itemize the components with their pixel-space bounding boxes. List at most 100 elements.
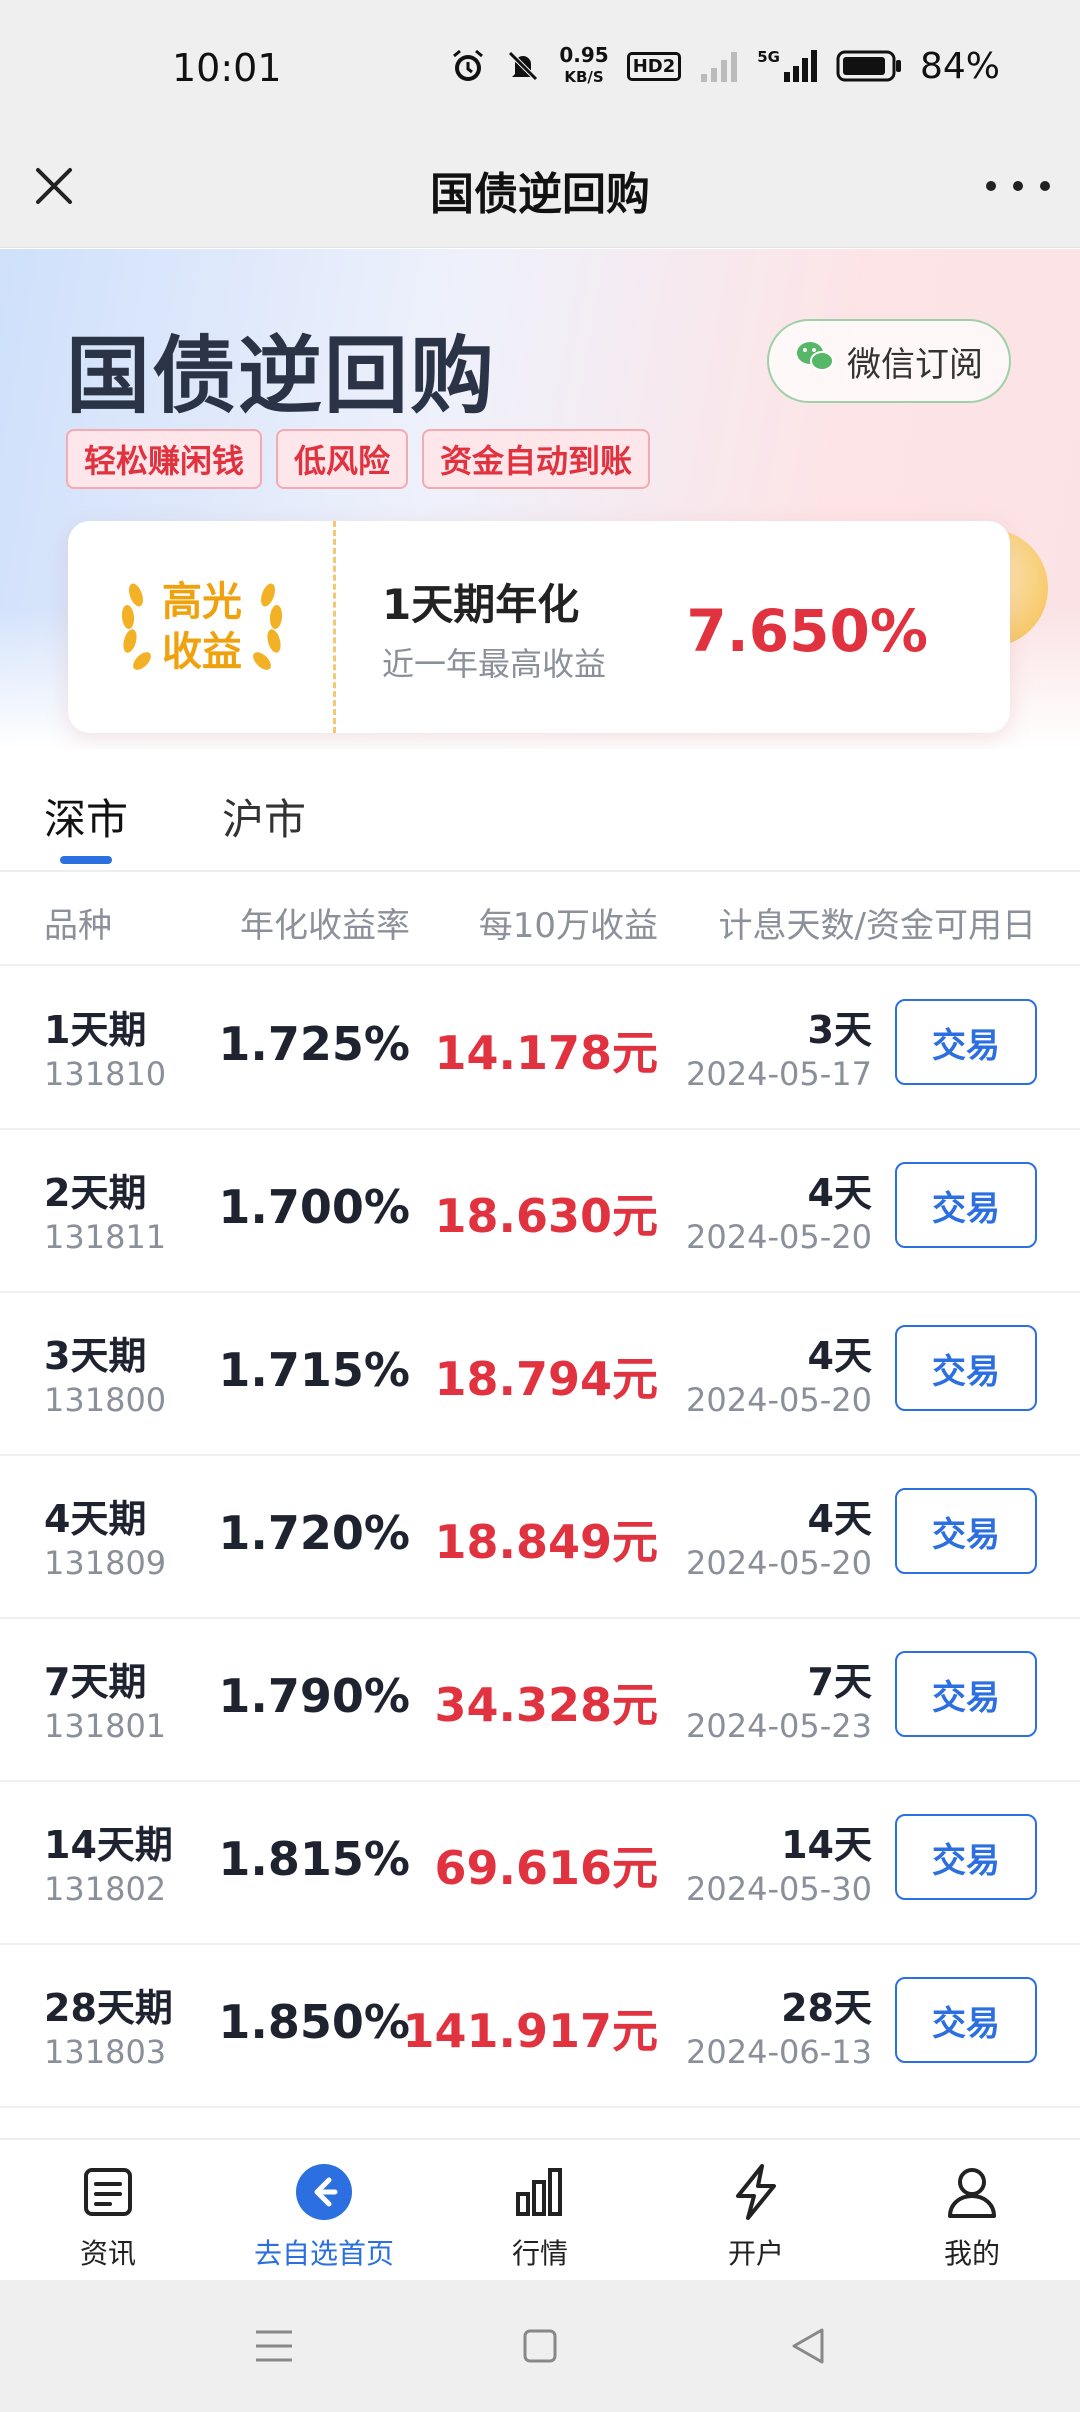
feature-tags: 轻松赚闲钱 低风险 资金自动到账 (66, 429, 651, 489)
row-code: 131803 (44, 2033, 167, 2071)
row-date: 2024-05-20 (686, 1218, 872, 1256)
row-income: 18.849元 (434, 1515, 658, 1569)
news-icon (78, 2162, 138, 2222)
trade-button[interactable]: 交易 (895, 1488, 1037, 1574)
trade-button[interactable]: 交易 (895, 1162, 1037, 1248)
column-header-income: 每10万收益 (478, 906, 658, 946)
row-days: 3天 (807, 1008, 872, 1052)
trade-button[interactable]: 交易 (895, 1977, 1037, 2063)
nav-item-watchlist-home[interactable]: 去自选首页 (244, 2162, 404, 2272)
row-name: 1天期 (44, 1008, 147, 1052)
signal-weak-icon (699, 48, 739, 84)
row-code: 131811 (44, 1218, 167, 1256)
nav-label: 我的 (943, 2237, 1000, 2270)
active-tab-indicator (60, 856, 112, 864)
row-date: 2024-06-13 (686, 2033, 872, 2071)
yield-sublabel: 近一年最高收益 (382, 645, 607, 683)
trade-button[interactable]: 交易 (895, 1651, 1037, 1737)
row-days: 28天 (781, 1986, 872, 2030)
lightning-icon (726, 2162, 786, 2222)
nav-label: 开户 (727, 2237, 784, 2270)
row-rate: 1.700% (218, 1180, 410, 1234)
trade-button[interactable]: 交易 (895, 999, 1037, 1085)
hero-banner: 国债逆回购 微信订阅 轻松赚闲钱 低风险 资金自动到账 高光 收益 1天期年化 … (0, 249, 1080, 749)
column-header-days-date: 计息天数/资金可用日 (718, 906, 1036, 946)
table-header: 品种 年化收益率 每10万收益 计息天数/资金可用日 (0, 874, 1080, 966)
trade-button[interactable]: 交易 (895, 1325, 1037, 1411)
row-code: 131810 (44, 1055, 167, 1093)
nav-label: 资讯 (79, 2237, 136, 2270)
column-header-variety: 品种 (44, 906, 112, 946)
row-date: 2024-05-30 (686, 1870, 872, 1908)
badge-line-1: 高光 (162, 579, 242, 625)
row-rate: 1.850% (218, 1995, 410, 2049)
back-arrow-icon (294, 2162, 354, 2222)
nav-item-open-account[interactable]: 开户 (676, 2162, 836, 2272)
market-tabs: 深市 沪市 (0, 760, 1080, 872)
row-rate: 1.725% (218, 1017, 410, 1071)
mute-bell-icon (505, 48, 541, 84)
nav-label: 去自选首页 (253, 2237, 394, 2270)
laurel-badge: 高光 收益 (112, 571, 292, 681)
row-rate: 1.815% (218, 1832, 410, 1886)
banner-title: 国债逆回购 (66, 327, 497, 425)
network-speed: 0.95 KB/S (559, 45, 608, 87)
feature-tag: 资金自动到账 (422, 429, 651, 489)
more-options-icon[interactable] (986, 164, 1050, 208)
back-triangle-icon[interactable] (782, 2320, 834, 2372)
tab-shenzhen[interactable]: 深市 (44, 786, 128, 847)
table-row: 14天期 131802 1.815% 69.616元 14天 2024-05-3… (0, 1782, 1080, 1945)
yield-label: 1天期年化 (382, 580, 580, 629)
row-date: 2024-05-20 (686, 1381, 872, 1419)
battery-percent: 84% (919, 45, 1000, 87)
table-row: 1天期 131810 1.725% 14.178元 3天 2024-05-17 … (0, 967, 1080, 1130)
row-name: 28天期 (44, 1986, 173, 2030)
row-days: 14天 (781, 1823, 872, 1867)
wechat-subscribe-label: 微信订阅 (847, 344, 983, 385)
alarm-icon (449, 47, 487, 85)
nav-item-market[interactable]: 行情 (460, 2162, 620, 2272)
row-income: 69.616元 (434, 1841, 658, 1895)
bottom-nav: 资讯 去自选首页 行情 开户 我的 (0, 2138, 1080, 2280)
table-row: 7天期 131801 1.790% 34.328元 7天 2024-05-23 … (0, 1619, 1080, 1782)
home-square-icon[interactable] (514, 2320, 566, 2372)
table-row: 28天期 131803 1.850% 141.917元 28天 2024-06-… (0, 1945, 1080, 2108)
network-label: 5G (757, 48, 780, 66)
row-date: 2024-05-20 (686, 1544, 872, 1582)
page-title: 国债逆回购 (430, 169, 650, 220)
table-row: 2天期 131811 1.700% 18.630元 4天 2024-05-20 … (0, 1130, 1080, 1293)
battery-icon (836, 49, 902, 83)
row-income: 18.630元 (434, 1189, 658, 1243)
status-bar: 10:01 0.95 KB/S HD2 5G 84% (0, 0, 1080, 130)
menu-icon[interactable] (248, 2320, 300, 2372)
wechat-subscribe-button[interactable]: 微信订阅 (767, 319, 1011, 403)
row-income: 141.917元 (402, 2004, 658, 2058)
row-days: 4天 (807, 1171, 872, 1215)
nav-item-profile[interactable]: 我的 (892, 2162, 1052, 2272)
yield-rate: 7.650% (686, 597, 928, 665)
row-income: 18.794元 (434, 1352, 658, 1406)
trade-button[interactable]: 交易 (895, 1814, 1037, 1900)
badge-section: 高光 收益 (68, 521, 336, 733)
feature-tag: 低风险 (276, 429, 409, 489)
bar-chart-icon (510, 2162, 570, 2222)
feature-tag: 轻松赚闲钱 (66, 429, 263, 489)
tab-shanghai[interactable]: 沪市 (222, 786, 306, 847)
row-code: 131809 (44, 1544, 167, 1582)
speed-value: 0.95 (559, 43, 609, 67)
speed-unit: KB/S (564, 68, 604, 86)
row-name: 2天期 (44, 1171, 147, 1215)
row-code: 131801 (44, 1707, 167, 1745)
row-code: 131802 (44, 1870, 167, 1908)
nav-item-news[interactable]: 资讯 (28, 2162, 188, 2272)
row-name: 7天期 (44, 1660, 147, 1704)
row-date: 2024-05-17 (686, 1055, 872, 1093)
status-icons: 0.95 KB/S HD2 5G 84% (449, 44, 1000, 88)
row-name: 4天期 (44, 1497, 147, 1541)
column-header-annual-rate: 年化收益率 (240, 906, 410, 946)
row-name: 14天期 (44, 1823, 173, 1867)
system-nav-bar (0, 2280, 1080, 2412)
row-code: 131800 (44, 1381, 167, 1419)
title-bar: 国债逆回购 (0, 130, 1080, 248)
row-date: 2024-05-23 (686, 1707, 872, 1745)
